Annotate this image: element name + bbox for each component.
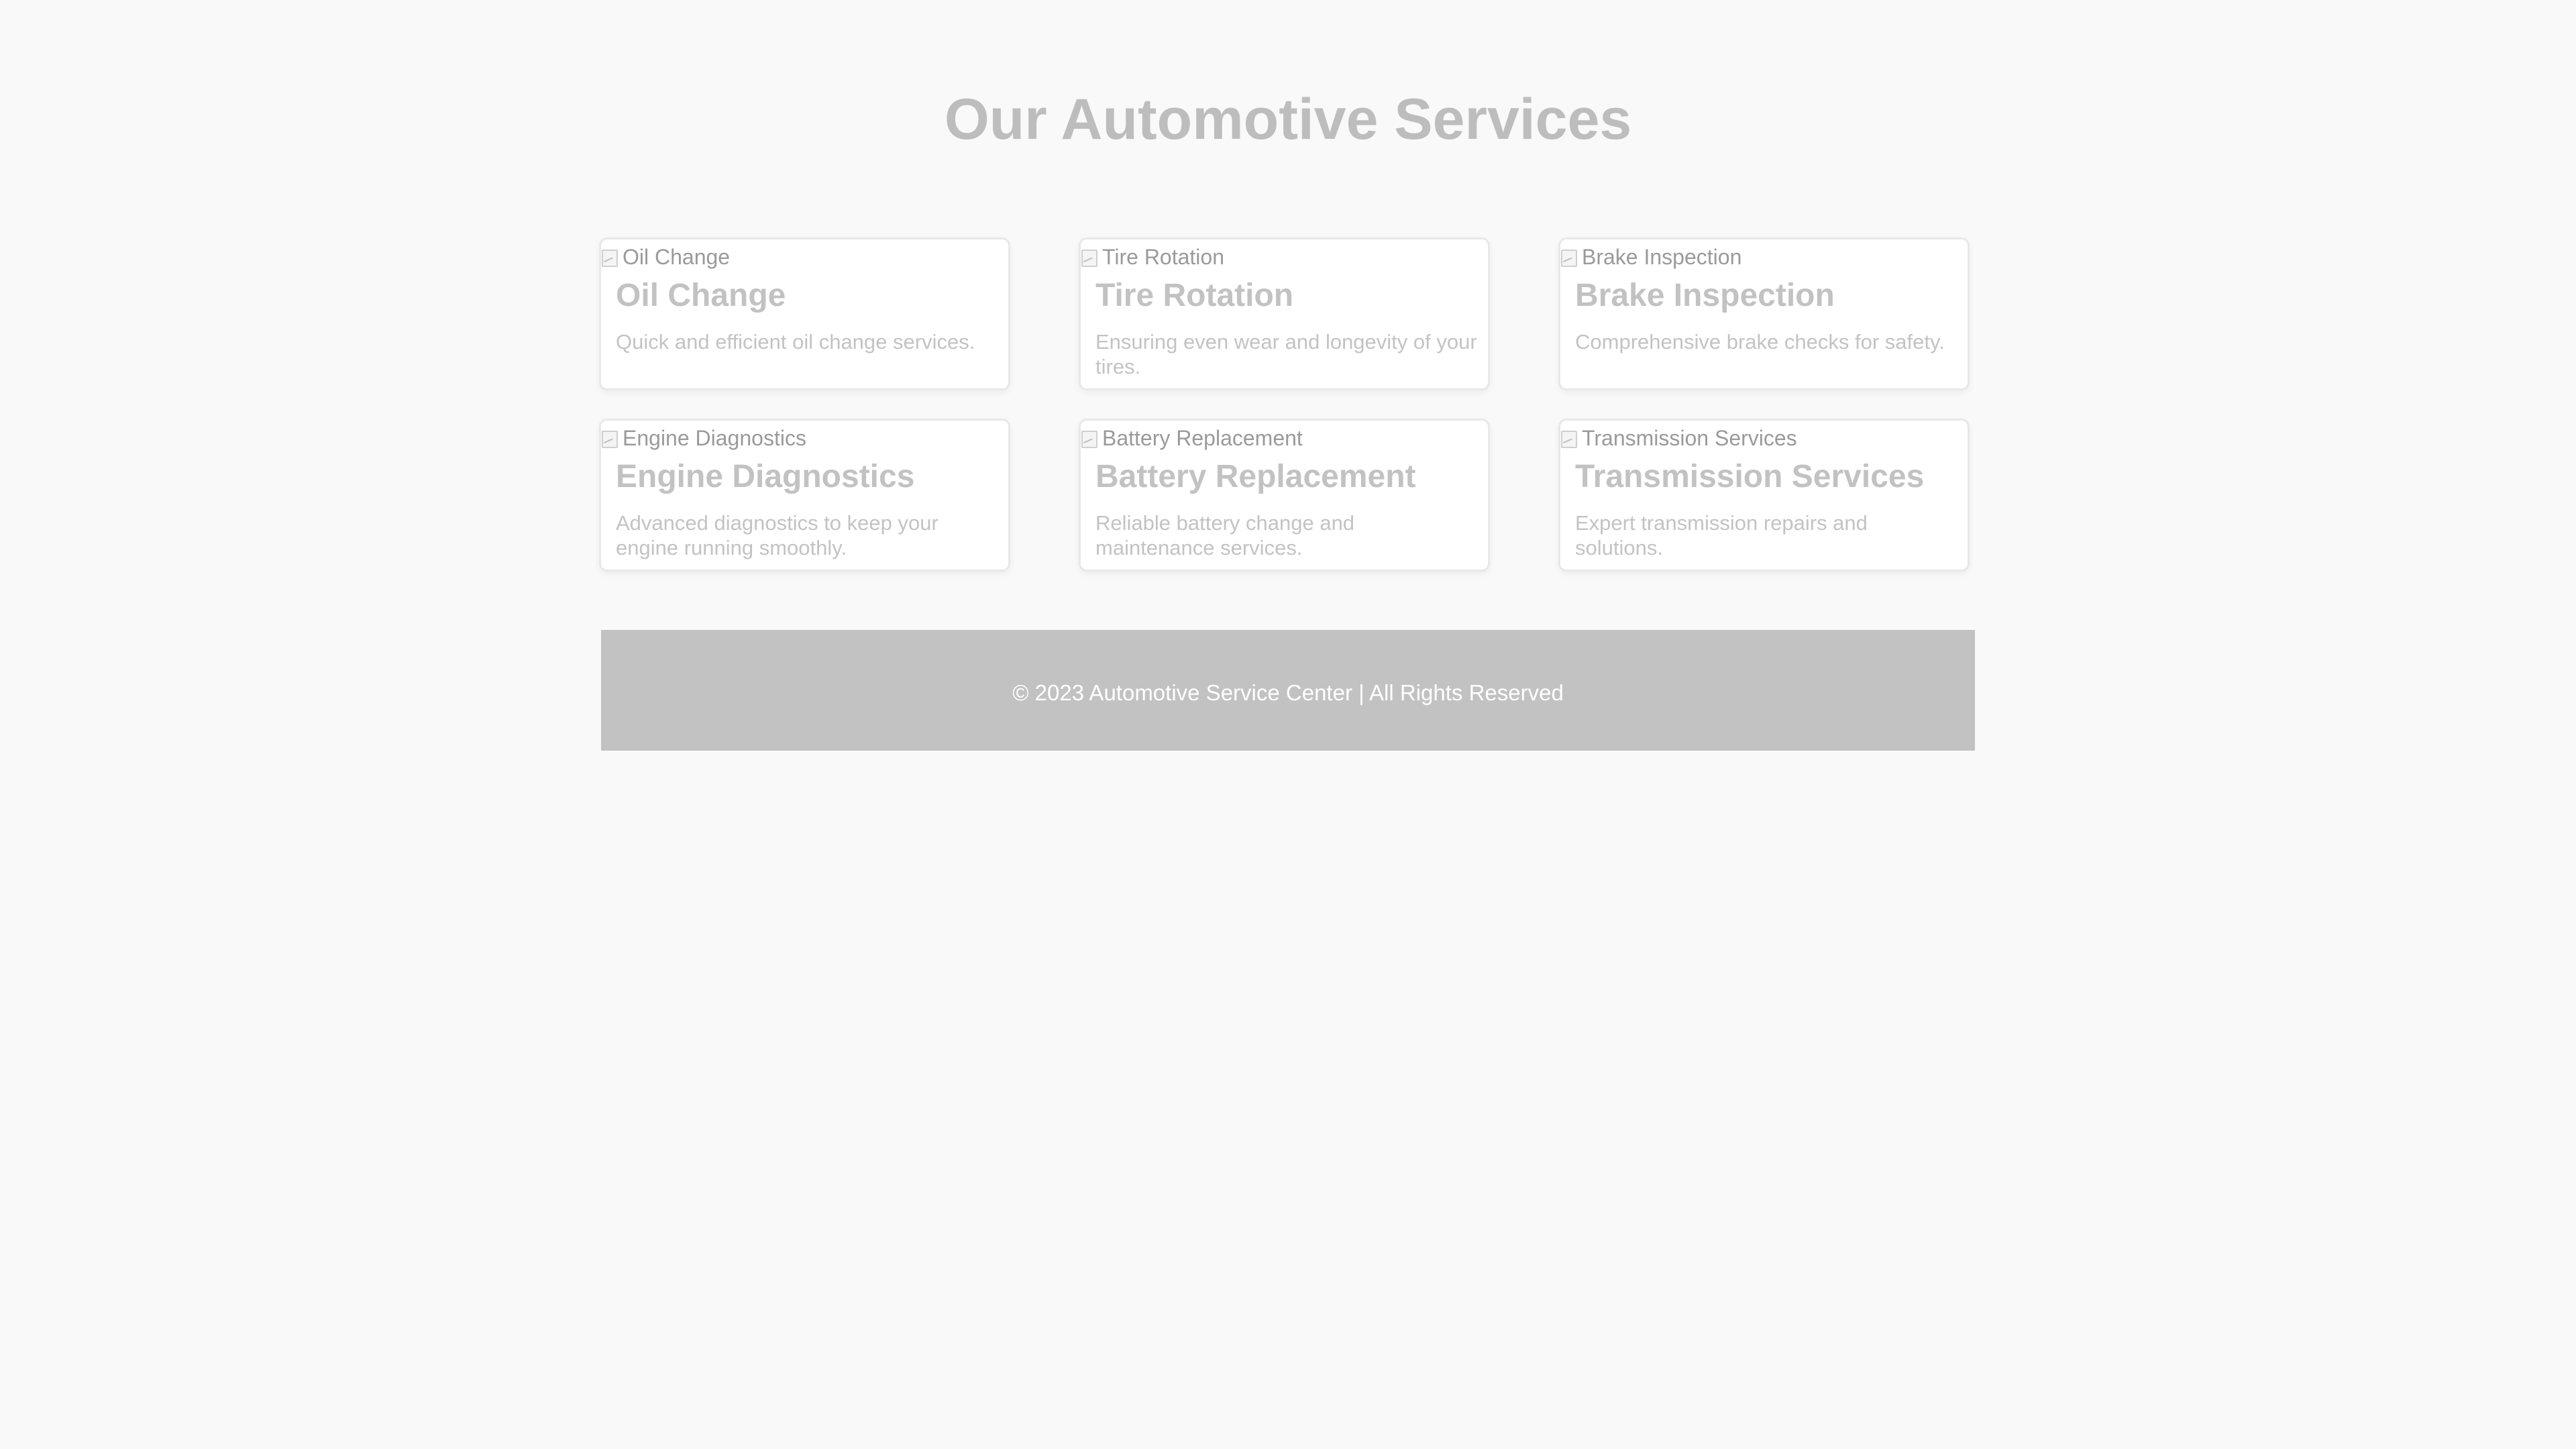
service-title: Tire Rotation [1095, 278, 1294, 313]
service-title: Transmission Services [1575, 459, 1925, 494]
service-image-alt-text: Oil Change [623, 245, 731, 269]
service-image-transmission-services: Transmission Services [1560, 423, 1797, 453]
service-image-tire-rotation: Tire Rotation [1081, 241, 1224, 272]
service-card-tire-rotation[interactable]: Tire Rotation Tire Rotation Ensuring eve… [1079, 237, 1490, 390]
services-grid: Oil Change Oil Change Quick and efficien… [599, 237, 1971, 572]
broken-image-icon [1081, 428, 1098, 448]
broken-image-icon [1081, 247, 1098, 267]
service-description: Quick and efficient oil change services. [616, 330, 975, 354]
service-image-alt-text: Tire Rotation [1102, 245, 1224, 269]
service-description: Ensuring even wear and longevity of your… [1095, 330, 1477, 378]
service-title: Battery Replacement [1095, 459, 1416, 494]
broken-image-icon [601, 428, 619, 448]
service-image-brake-inspection: Brake Inspection [1560, 241, 1741, 272]
service-image-alt-text: Brake Inspection [1582, 245, 1742, 269]
page-title: Our Automotive Services [944, 87, 1632, 152]
broken-image-icon [601, 247, 619, 267]
broken-image-icon [1560, 428, 1578, 448]
service-card-battery-replacement[interactable]: Battery Replacement Battery Replacement … [1079, 419, 1490, 572]
service-image-oil-change: Oil Change [601, 241, 730, 272]
service-card-brake-inspection[interactable]: Brake Inspection Brake Inspection Compre… [1558, 237, 1970, 390]
broken-image-icon [1560, 247, 1578, 267]
service-image-alt-text: Battery Replacement [1102, 426, 1303, 450]
service-description: Comprehensive brake checks for safety. [1575, 330, 1945, 354]
service-description: Advanced diagnostics to keep your engine… [616, 511, 938, 559]
service-image-alt-text: Engine Diagnostics [623, 426, 806, 450]
service-description: Reliable battery change and maintenance … [1095, 511, 1355, 559]
service-image-engine-diagnostics: Engine Diagnostics [601, 423, 806, 453]
service-card-engine-diagnostics[interactable]: Engine Diagnostics Engine Diagnostics Ad… [599, 419, 1010, 572]
service-image-battery-replacement: Battery Replacement [1081, 423, 1303, 453]
service-card-oil-change[interactable]: Oil Change Oil Change Quick and efficien… [599, 237, 1010, 390]
site-footer: © 2023 Automotive Service Center | All R… [601, 630, 1975, 751]
service-description: Expert transmission repairs and solution… [1575, 511, 1868, 559]
service-card-transmission-services[interactable]: Transmission Services Transmission Servi… [1558, 419, 1970, 572]
service-title: Brake Inspection [1575, 278, 1835, 313]
service-title: Oil Change [616, 278, 786, 313]
service-title: Engine Diagnostics [616, 459, 915, 494]
footer-copyright: © 2023 Automotive Service Center | All R… [1012, 680, 1564, 705]
service-image-alt-text: Transmission Services [1582, 426, 1797, 450]
